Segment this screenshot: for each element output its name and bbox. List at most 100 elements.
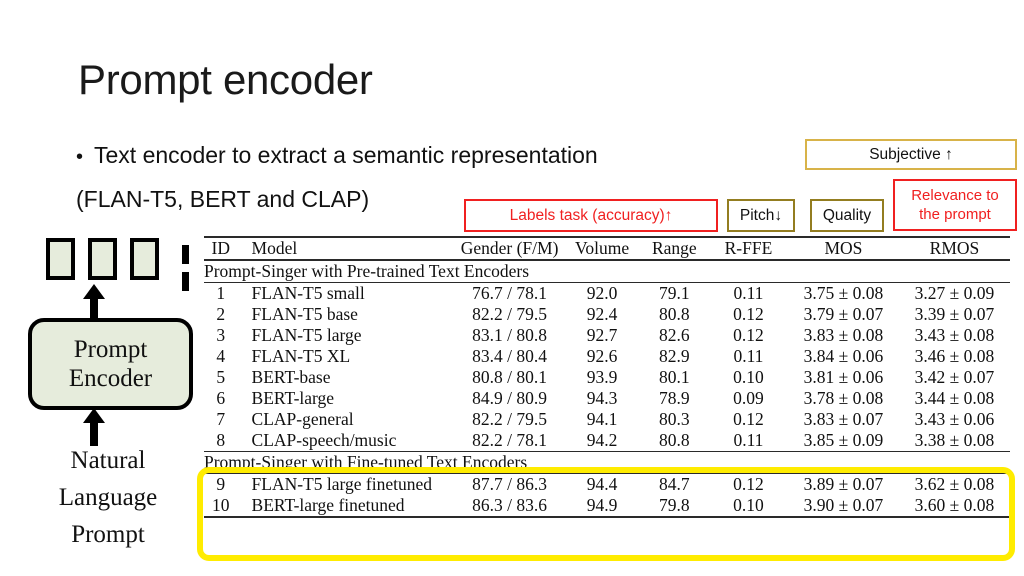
cell-range: 80.3 (659, 409, 690, 429)
cell-rffe: 0.12 (733, 325, 764, 345)
caption-line-1: Natural (70, 447, 146, 474)
table-row: 4 FLAN-T5 XL 83.4 / 80.4 92.6 82.9 0.11 3.84 ±… (204, 346, 1010, 367)
cell-model: FLAN-T5 XL (251, 346, 351, 366)
cell-mos: 3.79 ± 0.07 (803, 304, 884, 324)
table-row: 2 FLAN-T5 base 82.2 / 79.5 92.4 80.8 0.12 3.79… (204, 304, 1010, 325)
table-row: 3 FLAN-T5 large 83.1 / 80.8 92.7 82.6 0.12 3.8… (204, 325, 1010, 346)
table-rule-cell (204, 515, 1010, 518)
prompt-encoder-diagram: Prompt Encoder Natural Language Prompt (18, 234, 198, 564)
section-header-pretrained-label: Prompt-Singer with Pre-trained Text Enco… (204, 261, 530, 281)
results-table: ID Model Gender (F/M) Volume Range R-FFE MOS RM… (204, 235, 1010, 518)
cell-rmos: 3.62 ± 0.08 (914, 474, 995, 494)
cell-range: 82.9 (659, 346, 690, 366)
column-header-range: Range (651, 238, 697, 258)
callout-labels-task-label: Labels task (accuracy)↑ (509, 207, 673, 224)
cell-model: FLAN-T5 small (251, 283, 365, 303)
cell-range: 84.7 (659, 474, 690, 494)
cell-volume: 92.7 (586, 325, 618, 345)
table-row: 6 BERT-large 84.9 / 80.9 94.3 78.9 0.09 3.78 ±… (204, 388, 1010, 409)
table-rule (204, 515, 1010, 518)
cell-gender: 82.2 / 79.5 (472, 409, 548, 429)
table-header-row: ID Model Gender (F/M) Volume Range R-FFE MOS RM… (204, 237, 1010, 259)
cell-model: CLAP-speech/music (251, 430, 397, 450)
callout-pitch-label: Pitch↓ (739, 207, 783, 224)
natural-language-prompt-caption: Natural Language Prompt (18, 442, 198, 553)
embedding-token-box (130, 238, 159, 280)
cell-rffe: 0.12 (733, 474, 764, 494)
table-row: 8 CLAP-speech/music 82.2 / 78.1 94.2 80.8 0.1… (204, 430, 1010, 451)
cell-rffe: 0.11 (733, 283, 764, 303)
table-row: 10 BERT-large finetuned 86.3 / 83.6 94.9 79.… (204, 495, 1010, 516)
cell-gender: 82.2 / 79.5 (472, 304, 548, 324)
cell-rmos: 3.38 ± 0.08 (914, 430, 995, 450)
cell-rffe: 0.11 (733, 346, 764, 366)
cell-range: 78.9 (659, 388, 690, 408)
cell-model: FLAN-T5 large finetuned (251, 474, 432, 494)
cell-gender: 83.4 / 80.4 (472, 346, 548, 366)
cell-mos: 3.90 ± 0.07 (803, 495, 884, 515)
bullet-item-1: • Text encoder to extract a semantic repr… (76, 134, 776, 178)
page-title: Prompt encoder (78, 56, 373, 103)
callout-subjective-label: Subjective ↑ (869, 146, 953, 163)
table-row: 7 CLAP-general 82.2 / 79.5 94.1 80.3 0.12 3.83… (204, 409, 1010, 430)
cell-mos: 3.84 ± 0.06 (803, 346, 884, 366)
cell-gender: 82.2 / 78.1 (472, 430, 548, 450)
bullet-marker-icon: • (76, 146, 84, 168)
cell-gender: 87.7 / 86.3 (472, 474, 548, 494)
cell-mos: 3.78 ± 0.08 (803, 388, 884, 408)
section-header-finetuned: Prompt-Singer with Fine-tuned Text Encod… (204, 452, 1010, 474)
section-header-finetuned-label: Prompt-Singer with Fine-tuned Text Encod… (204, 452, 528, 472)
cell-volume: 94.3 (586, 388, 618, 408)
cell-rffe: 0.11 (733, 430, 764, 450)
cell-mos: 3.81 ± 0.06 (803, 367, 884, 387)
cell-volume: 92.4 (586, 304, 618, 324)
cell-rmos: 3.39 ± 0.07 (914, 304, 995, 324)
cell-id: 5 (216, 367, 226, 387)
cell-volume: 94.4 (586, 474, 618, 494)
cell-id: 1 (216, 283, 226, 303)
table-row: 9 FLAN-T5 large finetuned 87.7 / 86.3 94.4 8… (204, 474, 1010, 496)
cell-rmos: 3.43 ± 0.06 (914, 409, 995, 429)
cell-mos: 3.83 ± 0.07 (803, 409, 884, 429)
cell-gender: 86.3 / 83.6 (472, 495, 548, 515)
cell-rmos: 3.44 ± 0.08 (914, 388, 995, 408)
cell-rffe: 0.12 (733, 304, 764, 324)
callout-relevance-line1: Relevance to (911, 187, 999, 204)
dash-mark-icon (182, 245, 189, 264)
cell-rmos: 3.43 ± 0.08 (914, 325, 995, 345)
embedding-token-box (88, 238, 117, 280)
embedding-token-row (46, 238, 159, 280)
cell-range: 80.8 (659, 430, 690, 450)
column-header-rffe: R-FFE (724, 238, 773, 258)
cell-id: 7 (216, 409, 226, 429)
cell-rmos: 3.46 ± 0.08 (914, 346, 995, 366)
cell-model: BERT-large finetuned (251, 495, 405, 515)
cell-gender: 84.9 / 80.9 (472, 388, 548, 408)
callout-subjective: Subjective ↑ (805, 139, 1017, 170)
cell-mos: 3.75 ± 0.08 (803, 283, 884, 303)
cell-rmos: 3.42 ± 0.07 (914, 367, 995, 387)
column-header-volume: Volume (574, 238, 630, 258)
callout-relevance-line2: the prompt (919, 206, 991, 223)
dash-mark-icon (182, 272, 189, 291)
arrow-up-head-icon (83, 408, 105, 423)
column-header-id: ID (211, 238, 230, 258)
cell-model: BERT-large (251, 388, 335, 408)
arrow-up-head-icon (83, 284, 105, 299)
cell-rffe: 0.10 (733, 367, 764, 387)
cell-id: 8 (216, 430, 226, 450)
column-header-mos: MOS (824, 238, 863, 258)
cell-range: 82.6 (659, 325, 690, 345)
cell-model: CLAP-general (251, 409, 354, 429)
cell-range: 80.1 (659, 367, 690, 387)
column-header-rmos: RMOS (929, 238, 980, 258)
section-header-pretrained: Prompt-Singer with Pre-trained Text Enco… (204, 260, 1010, 282)
embedding-token-box (46, 238, 75, 280)
table-row: 5 BERT-base 80.8 / 80.1 93.9 80.1 0.10 3.81 ± … (204, 367, 1010, 388)
cell-model: BERT-base (251, 367, 331, 387)
cell-mos: 3.85 ± 0.09 (803, 430, 884, 450)
cell-volume: 94.1 (586, 409, 618, 429)
cell-range: 79.1 (659, 283, 690, 303)
cell-rffe: 0.12 (733, 409, 764, 429)
caption-line-3: Prompt (71, 521, 145, 548)
